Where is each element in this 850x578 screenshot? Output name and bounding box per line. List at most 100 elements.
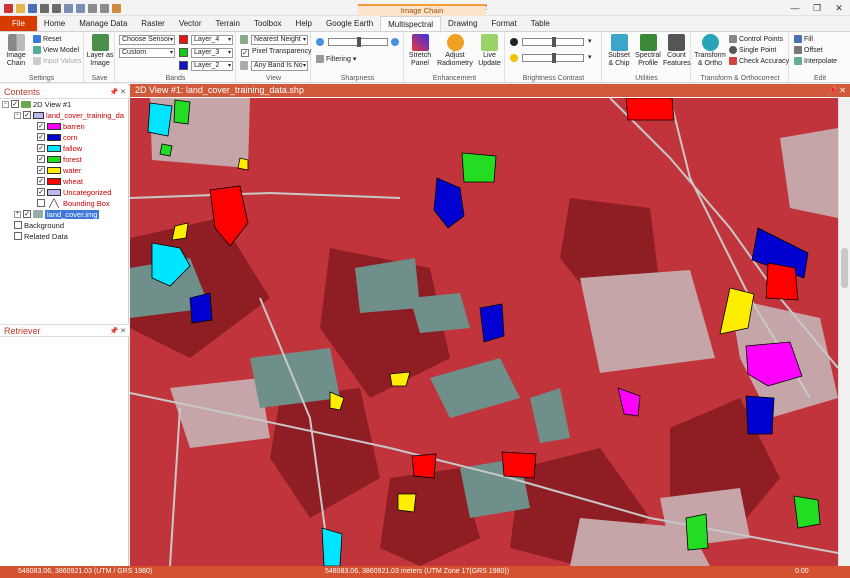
- fill-button[interactable]: Fill: [794, 35, 813, 43]
- corn-polygon[interactable]: [479, 303, 505, 343]
- water-polygon[interactable]: [237, 157, 249, 171]
- class-checkbox[interactable]: ✓: [37, 188, 45, 196]
- collapse-icon[interactable]: −: [2, 100, 9, 108]
- single-point-button[interactable]: Single Point: [729, 46, 776, 54]
- forest-polygon[interactable]: [685, 513, 709, 551]
- transform-ortho-button[interactable]: Transform & Ortho: [694, 34, 726, 67]
- water-polygon[interactable]: [397, 493, 417, 513]
- blue-band-dropdown[interactable]: Layer_2: [191, 61, 233, 71]
- sharpness-decrease-icon[interactable]: [316, 38, 324, 46]
- legend-item[interactable]: ✓ Uncategorized: [37, 187, 111, 197]
- tab-google-earth[interactable]: Google Earth: [319, 16, 380, 31]
- tab-multispectral[interactable]: Multispectral: [380, 16, 442, 31]
- pane-pin-icon[interactable]: 📌 ✕: [109, 86, 126, 99]
- pixel-transparency-checkbox[interactable]: ✓: [241, 49, 249, 57]
- tab-manage-data[interactable]: Manage Data: [72, 16, 134, 31]
- legend-item[interactable]: ✓ corn: [37, 132, 78, 142]
- spectral-profile-button[interactable]: Spectral Profile: [634, 34, 662, 67]
- class-checkbox[interactable]: ✓: [37, 144, 45, 152]
- legend-item[interactable]: ✓ forest: [37, 154, 82, 164]
- wheat-polygon[interactable]: [765, 262, 799, 301]
- expand-icon[interactable]: +: [14, 210, 21, 218]
- layer-as-image-button[interactable]: Layer as Image: [86, 34, 114, 67]
- bounding-box-item[interactable]: ╱╲ Bounding Box: [37, 198, 110, 208]
- layer-checkbox[interactable]: ✓: [23, 111, 31, 119]
- tree-view-node[interactable]: − ✓ 2D View #1: [2, 99, 71, 109]
- filtering-button[interactable]: Filtering ▾: [316, 55, 356, 63]
- tab-terrain[interactable]: Terrain: [209, 16, 247, 31]
- pane-pin-icon[interactable]: 📌 ✕: [109, 325, 126, 338]
- tab-toolbox[interactable]: Toolbox: [247, 16, 289, 31]
- contrast-slider[interactable]: [522, 37, 584, 47]
- tab-vector[interactable]: Vector: [172, 16, 209, 31]
- view-model-button[interactable]: View Model: [33, 46, 79, 54]
- count-features-button[interactable]: Count Features: [663, 34, 691, 67]
- related-data-checkbox[interactable]: [14, 232, 22, 240]
- wheat-polygon[interactable]: [625, 98, 675, 121]
- view-checkbox[interactable]: ✓: [11, 100, 19, 108]
- map-canvas[interactable]: [130, 98, 838, 566]
- band-mode-dropdown[interactable]: Custom: [119, 48, 175, 58]
- class-checkbox[interactable]: ✓: [37, 177, 45, 185]
- chevron-down-icon[interactable]: ▾: [588, 53, 592, 61]
- live-update-button[interactable]: Live Update: [476, 34, 503, 67]
- raster-checkbox[interactable]: ✓: [23, 210, 31, 218]
- chevron-down-icon[interactable]: ▾: [588, 37, 592, 45]
- tab-file[interactable]: File: [0, 16, 37, 31]
- scrollbar-thumb[interactable]: [841, 248, 848, 288]
- check-accuracy-button[interactable]: Check Accuracy: [729, 57, 789, 65]
- tab-drawing[interactable]: Drawing: [441, 16, 484, 31]
- sharpness-slider[interactable]: [328, 37, 388, 47]
- class-checkbox[interactable]: ✓: [37, 133, 45, 141]
- class-checkbox[interactable]: ✓: [37, 166, 45, 174]
- green-band-dropdown[interactable]: Layer_3: [191, 48, 233, 58]
- class-checkbox[interactable]: ✓: [37, 155, 45, 163]
- false-color-image[interactable]: [130, 98, 838, 566]
- control-points-button[interactable]: Control Points: [729, 35, 783, 43]
- collapse-icon[interactable]: −: [14, 111, 21, 119]
- wheat-polygon[interactable]: [411, 453, 437, 479]
- stretch-panel-button[interactable]: Stretch Panel: [407, 34, 433, 67]
- class-checkbox[interactable]: ✓: [37, 122, 45, 130]
- tab-format[interactable]: Format: [484, 16, 523, 31]
- close-button[interactable]: ✕: [828, 0, 850, 16]
- red-band-dropdown[interactable]: Layer_4: [191, 35, 233, 45]
- vertical-scrollbar[interactable]: [838, 98, 850, 566]
- input-values-button[interactable]: Input Values: [33, 57, 81, 65]
- tab-table[interactable]: Table: [524, 16, 557, 31]
- fallow-polygon[interactable]: [321, 527, 343, 566]
- forest-polygon[interactable]: [173, 99, 191, 125]
- forest-polygon[interactable]: [793, 495, 821, 529]
- tree-raster-layer[interactable]: + ✓ land_cover.img: [14, 209, 100, 219]
- corn-polygon[interactable]: [745, 395, 775, 435]
- tree-related-data[interactable]: Related Data: [14, 231, 68, 241]
- forest-polygon[interactable]: [461, 152, 497, 183]
- tree-background[interactable]: Background: [14, 220, 64, 230]
- resample-dropdown[interactable]: Nearest Neight: [251, 35, 308, 45]
- legend-item[interactable]: ✓ wheat: [37, 176, 83, 186]
- tab-home[interactable]: Home: [37, 16, 72, 31]
- adjust-radiometry-button[interactable]: Adjust Radiometry: [437, 34, 473, 67]
- interpolate-button[interactable]: Interpolate: [794, 57, 837, 65]
- background-checkbox[interactable]: [14, 221, 22, 229]
- tab-raster[interactable]: Raster: [134, 16, 172, 31]
- forest-polygon[interactable]: [159, 143, 173, 157]
- reset-button[interactable]: Reset: [33, 35, 61, 43]
- maximize-button[interactable]: ❐: [806, 0, 828, 16]
- fallow-polygon[interactable]: [147, 102, 173, 137]
- sensor-dropdown[interactable]: Choose Sensor: [119, 35, 175, 45]
- legend-item[interactable]: ✓ barren: [37, 121, 85, 131]
- tab-help[interactable]: Help: [289, 16, 319, 31]
- band-filter-dropdown[interactable]: Any Band Is No: [251, 61, 308, 71]
- offset-button[interactable]: Offset: [794, 46, 823, 54]
- water-polygon[interactable]: [389, 371, 411, 387]
- minimize-button[interactable]: —: [784, 0, 806, 16]
- wheat-polygon[interactable]: [501, 451, 537, 479]
- legend-item[interactable]: ✓ fallow: [37, 143, 82, 153]
- bounding-box-checkbox[interactable]: [37, 199, 45, 207]
- brightness-slider[interactable]: [522, 53, 584, 63]
- sharpness-increase-icon[interactable]: [391, 38, 399, 46]
- subset-chip-button[interactable]: Subset & Chip: [605, 34, 633, 67]
- corn-polygon[interactable]: [189, 292, 213, 324]
- view-close-icon[interactable]: 📌 ✕: [827, 84, 846, 97]
